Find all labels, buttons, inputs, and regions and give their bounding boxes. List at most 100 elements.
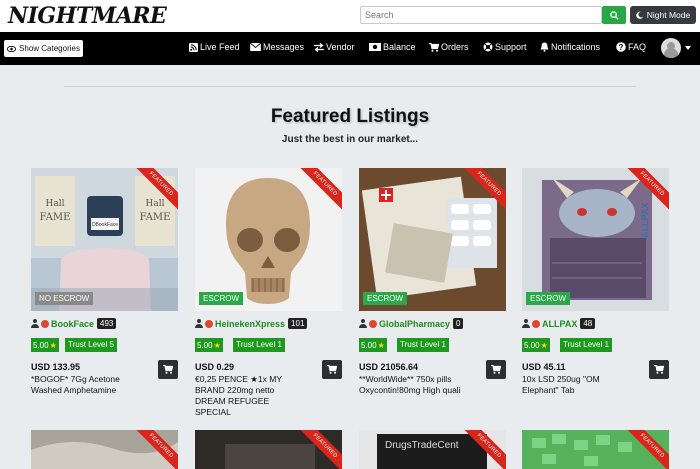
listing-price: USD 0.29 <box>195 362 235 372</box>
card-label-text: DBookFace <box>92 222 118 228</box>
listing-card[interactable]: FEATURED ESCROW GlobalPharmacy 0 5.00 ★ … <box>359 168 506 418</box>
user-icon <box>522 319 530 328</box>
escrow-badge: NO ESCROW <box>35 292 94 305</box>
night-mode-button[interactable]: Night Mode <box>630 6 696 24</box>
nav-messages[interactable]: Messages <box>250 42 304 52</box>
site-logo[interactable]: NIGHTMARE <box>8 3 167 29</box>
star-icon: ★ <box>213 340 221 350</box>
cart-icon <box>327 365 337 374</box>
rating-badge: 5.00 ★ <box>31 338 59 352</box>
status-dot-icon <box>41 319 49 328</box>
trust-level-badge: Trust Level 5 <box>65 338 117 352</box>
user-icon <box>359 319 367 328</box>
listing-image[interactable]: FEATURED ESCROW <box>195 168 342 311</box>
listing-card[interactable]: FEATURED <box>522 430 669 469</box>
svg-text:Hall: Hall <box>146 199 165 209</box>
listing-card[interactable]: DrugsTradeCent FEATURED <box>359 430 506 469</box>
nav-balance[interactable]: Balance <box>369 42 416 52</box>
nav-label: Balance <box>383 42 416 52</box>
vendor-count-badge: 101 <box>288 318 308 329</box>
trust-level-badge: Trust Level 1 <box>397 338 449 352</box>
listing-image[interactable]: FEATURED ESCROW <box>359 168 506 311</box>
vendor-name-link[interactable]: HeinekenXpress <box>215 319 285 329</box>
vendor-name-link[interactable]: ALLPAX <box>542 319 577 329</box>
vendor-count-badge: 48 <box>580 318 596 329</box>
user-icon <box>31 319 39 328</box>
listing-title-link[interactable]: **WorldWide** 750x pills Oxycontin!80mg … <box>359 374 471 396</box>
add-to-cart-button[interactable] <box>486 360 506 379</box>
vendor-count-badge: 0 <box>453 318 464 329</box>
nav-notifications[interactable]: Notifications <box>540 42 600 52</box>
lifebuoy-icon <box>483 42 493 52</box>
search-button[interactable] <box>602 6 626 24</box>
nav-label: Vendor <box>326 42 355 52</box>
nav-faq[interactable]: ? FAQ <box>616 42 646 52</box>
escrow-badge: ESCROW <box>363 292 407 305</box>
listing-image[interactable]: Hall FAME Hall FAME DBookFace FEATURED N… <box>31 168 178 311</box>
rating-badge: 5.00 ★ <box>522 338 550 352</box>
add-to-cart-button[interactable] <box>322 360 342 379</box>
user-avatar[interactable] <box>661 38 681 58</box>
vendor-row: HeinekenXpress 101 <box>195 318 308 329</box>
star-icon: ★ <box>377 340 385 350</box>
listing-card[interactable]: FEATURED <box>195 430 342 469</box>
listing-photo <box>359 168 506 311</box>
top-bar: NIGHTMARE Night Mode <box>0 0 700 32</box>
nav-label: Notifications <box>551 42 601 52</box>
listing-card[interactable]: ALLPAX FEATURED ESCROW ALLPAX 48 5.00 ★ … <box>522 168 669 418</box>
nav-label: Support <box>495 42 527 52</box>
eye-icon <box>7 45 17 52</box>
nav-orders[interactable]: Orders <box>429 42 469 52</box>
cart-icon <box>491 365 501 374</box>
listing-photo: Hall FAME Hall FAME DBookFace <box>31 168 178 311</box>
rss-icon <box>189 42 198 52</box>
image-text: DrugsTradeCent <box>385 440 459 451</box>
escrow-badge: ESCROW <box>526 292 570 305</box>
nav-label: Messages <box>263 42 305 52</box>
star-icon: ★ <box>49 340 57 350</box>
chevron-down-icon[interactable] <box>685 46 691 50</box>
nav-live-feed[interactable]: Live Feed <box>189 42 240 52</box>
listing-price: USD 45.11 <box>522 362 566 372</box>
allpax-text: ALLPAX <box>640 203 650 238</box>
rating-value: 5.00 <box>33 340 49 350</box>
cart-icon <box>654 365 664 374</box>
page-title: Featured Listings <box>270 106 430 127</box>
vendor-name-link[interactable]: BookFace <box>51 319 94 329</box>
vendor-name-link[interactable]: GlobalPharmacy <box>379 319 450 329</box>
status-dot-icon <box>205 319 213 328</box>
money-icon <box>369 43 381 51</box>
listing-price: USD 133.95 <box>31 362 81 372</box>
nav-vendor[interactable]: Vendor <box>314 42 355 52</box>
listing-title-link[interactable]: €0,25 PENCE ★1x MY BRAND 220mg netto DRE… <box>195 374 307 418</box>
vendor-count-badge: 493 <box>97 318 117 329</box>
divider <box>64 86 636 87</box>
svg-text:FAME: FAME <box>140 212 171 223</box>
add-to-cart-button[interactable] <box>158 360 178 379</box>
show-categories-label: Show Categories <box>19 44 80 53</box>
nav-label: FAQ <box>628 42 647 52</box>
status-dot-icon <box>532 319 540 328</box>
status-dot-icon <box>369 319 377 328</box>
trust-level-badge: Trust Level 1 <box>560 338 612 352</box>
envelope-icon <box>250 43 261 51</box>
listing-card[interactable]: FEATURED ESCROW HeinekenXpress 101 5.00 … <box>195 168 342 418</box>
svg-text:FAME: FAME <box>40 212 71 223</box>
svg-text:?: ? <box>619 43 624 52</box>
nav-support[interactable]: Support <box>483 42 527 52</box>
show-categories-button[interactable]: Show Categories <box>4 40 83 57</box>
page-subtitle: Just the best in our market... <box>281 134 419 145</box>
night-mode-label: Night Mode <box>646 10 691 20</box>
listing-photo <box>195 168 342 311</box>
vendor-row: BookFace 493 <box>31 318 117 329</box>
listing-price: USD 21056.64 <box>359 362 419 372</box>
hall-of-fame-text: Hall <box>46 199 65 209</box>
rating-badge: 5.00 ★ <box>195 338 223 352</box>
listing-card[interactable]: FEATURED <box>31 430 178 469</box>
listing-image[interactable]: ALLPAX FEATURED ESCROW <box>522 168 669 311</box>
listing-title-link[interactable]: 10x LSD 250ug "OM Elephant" Tab <box>522 374 634 396</box>
listing-title-link[interactable]: *BOGOF* 7Gg Acetone Washed Amphetamine <box>31 374 143 396</box>
add-to-cart-button[interactable] <box>649 360 669 379</box>
listing-card[interactable]: Hall FAME Hall FAME DBookFace FEATURED N… <box>31 168 178 418</box>
search-input[interactable] <box>360 6 602 24</box>
